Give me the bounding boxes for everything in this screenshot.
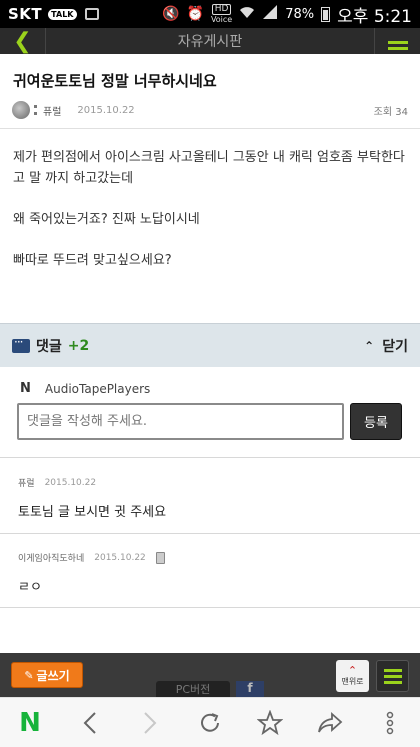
board-title: 자유게시판 (177, 34, 243, 50)
comment-text: ㄹㅇ (18, 580, 42, 595)
pc-version-link[interactable]: PC버전 (156, 681, 230, 697)
comments-count: +2 (67, 337, 90, 354)
post-meta: 퓨럴 2015.10.22 조회 34 (12, 100, 408, 120)
comments-header: 댓글 +2 ⌃ 닫기 (0, 323, 420, 367)
comment-submit-button[interactable]: 등록 (350, 403, 402, 440)
battery-percent: 78% (285, 6, 315, 22)
more-dots-icon[interactable] (34, 105, 37, 115)
views-label: 조회 (373, 106, 393, 118)
bottom-toolbar: ✎ 글쓰기 PC버전 f ⌃ 맨위로 (0, 653, 420, 697)
bottom-menu-button[interactable] (376, 660, 409, 692)
author-avatar-icon[interactable] (12, 101, 30, 119)
hd-voice-icon: HD Voice (211, 4, 232, 24)
refresh-icon[interactable] (188, 701, 232, 745)
alarm-icon: ⏰ (186, 6, 204, 22)
comment-username: AudioTapePlayers (44, 381, 151, 396)
hd-label: HD (211, 4, 232, 15)
mute-icon: 🔇 (162, 6, 180, 22)
back-nav-icon[interactable] (68, 701, 112, 745)
comment-form: N AudioTapePlayers 등록 (0, 367, 420, 457)
views-count: 34 (395, 106, 408, 118)
comment-date: 2015.10.22 (44, 477, 97, 488)
post-paragraph: 왜 죽어있는거죠? 진짜 노답이시네 (13, 212, 200, 227)
more-vertical-icon[interactable] (368, 701, 412, 745)
post-views: 조회 34 (374, 103, 408, 118)
chevron-left-icon: ❮ (13, 28, 32, 54)
hamburger-line (387, 47, 408, 50)
pencil-icon: ✎ (24, 668, 34, 682)
scroll-top-button[interactable]: ⌃ 맨위로 (336, 660, 369, 692)
comments-close-button[interactable]: ⌃ 닫기 (364, 336, 408, 356)
top-label: 맨위로 (341, 676, 364, 686)
divider (0, 128, 420, 129)
carrier-label: SKT (8, 5, 43, 23)
forward-nav-icon[interactable] (128, 701, 172, 745)
browser-nav-bar: N (0, 697, 420, 747)
facebook-icon[interactable]: f (236, 681, 264, 697)
comment-input[interactable] (17, 403, 344, 440)
bookmark-star-icon[interactable] (248, 701, 292, 745)
comment-meta: 이게임아직도하네 2015.10.22 (18, 551, 408, 564)
close-label: 닫기 (382, 338, 408, 355)
talk-notification-icon: TALK (48, 8, 77, 20)
post-author[interactable]: 퓨럴 (43, 103, 61, 118)
comment-author[interactable]: 퓨럴 (18, 476, 35, 489)
naver-n-icon: N (20, 381, 31, 396)
write-label: 글쓰기 (36, 668, 70, 683)
share-icon[interactable] (308, 701, 352, 745)
post-body: 제가 편의점에서 아이스크림 사고올테니 그동안 내 캐릭 엄호좀 부탁한다고 … (13, 147, 407, 291)
post-date: 2015.10.22 (77, 104, 135, 116)
divider (0, 607, 420, 608)
divider (0, 533, 420, 534)
hamburger-line (387, 41, 408, 44)
hamburger-line (383, 680, 402, 684)
post-paragraph: 빠따로 뚜드려 맞고싶으세요? (13, 253, 172, 268)
post-title: 귀여운토토님 정말 너무하시네요 (13, 72, 217, 90)
divider (0, 457, 420, 458)
comment-item: 이게임아직도하네 2015.10.22 ㄹㅇ (18, 551, 408, 595)
signal-icon (262, 5, 278, 23)
status-bar: SKT TALK 🔇 ⏰ HD Voice 78% 오후 5:21 (0, 0, 420, 28)
comment-item: 퓨럴 2015.10.22 토토님 글 보시면 귓 주세요 (18, 476, 408, 521)
hamburger-line (383, 668, 402, 672)
post-paragraph: 제가 편의점에서 아이스크림 사고올테니 그동안 내 캐릭 엄호좀 부탁한다고 … (13, 150, 405, 186)
app-header: ❮ 자유게시판 (0, 28, 420, 54)
menu-button[interactable] (374, 28, 420, 54)
write-post-button[interactable]: ✎ 글쓰기 (11, 662, 83, 688)
image-notification-icon (84, 8, 99, 20)
comment-user: N AudioTapePlayers (20, 381, 150, 396)
comment-date: 2015.10.22 (94, 552, 146, 563)
arrow-up-icon: ⌃ (347, 663, 358, 677)
naver-home-icon[interactable]: N (8, 701, 52, 745)
comment-bubble-icon (12, 335, 30, 353)
comment-meta: 퓨럴 2015.10.22 (18, 476, 408, 490)
screen: SKT TALK 🔇 ⏰ HD Voice 78% 오후 5:21 ❮ 자유게시… (0, 0, 420, 747)
wifi-icon (239, 6, 255, 23)
clock: 오후 5:21 (337, 6, 412, 27)
battery-icon (321, 6, 331, 22)
back-button[interactable]: ❮ (0, 28, 46, 54)
comment-author[interactable]: 이게임아직도하네 (18, 551, 84, 564)
chevron-up-icon: ⌃ (364, 338, 375, 353)
voice-label: Voice (210, 15, 233, 24)
comments-label: 댓글 (36, 338, 62, 355)
mobile-phone-icon (155, 551, 165, 564)
status-icons: 🔇 ⏰ HD Voice 78% 오후 5:21 (162, 2, 412, 27)
comment-text: 토토님 글 보시면 귓 주세요 (18, 505, 167, 520)
hamburger-line (383, 674, 402, 678)
